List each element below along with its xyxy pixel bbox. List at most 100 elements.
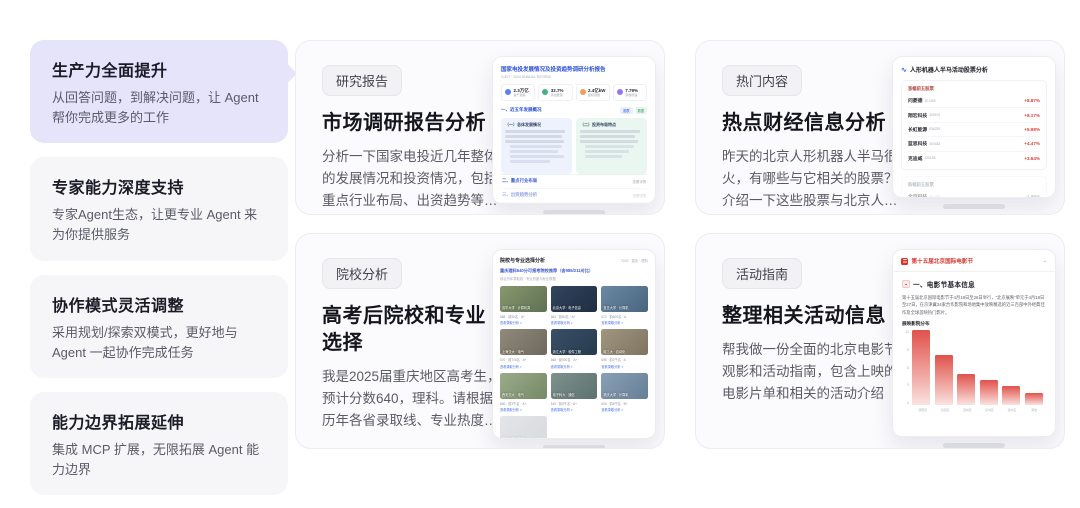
uni-card: 北京大学 · 电子信息 684 · 前80名 · A+ 查看录取分析 > xyxy=(551,286,598,326)
stock-row: 长虹能源836239 +5.98% xyxy=(908,123,1040,137)
card-text: 活动指南 整理相关活动信息 帮我做一份全面的北京电影节观影和活动指南，包含上映的… xyxy=(722,254,904,432)
active-arrow-tip xyxy=(276,63,297,84)
chart-x-labels: 朝阳区 海淀区 西城区 东城区 通州区 其他 xyxy=(914,408,1043,412)
stat-dot-icon xyxy=(542,89,548,95)
sidebar-item-expert[interactable]: 专家能力深度支持 专家Agent生态，让更专业 Agent 来为你提供服务 xyxy=(30,157,288,260)
card-desc: 我是2025届重庆地区高考生，预计分数640，理科。请根据历年各省录取线、专业热… xyxy=(322,366,504,432)
chart-bar xyxy=(1002,386,1020,405)
stat-dot-icon xyxy=(505,89,511,95)
uni-card: 重庆大学 · 计算机 640 · 前8千名 · B+ 查看录取分析 > xyxy=(601,373,648,413)
uni-card: 上海交大 · 电气 670 · 前700名 · A+ 查看录取分析 > xyxy=(500,329,547,369)
tag-chart: 图表 xyxy=(620,107,632,114)
stocks-panel-losers: 跌幅前五股票 全自科技301256 -1.96% 采川智造688122 -1.7… xyxy=(901,176,1047,198)
uni-card: 复旦大学 · 计算机 672 · 前600名 · A 查看录取分析 > xyxy=(601,286,648,326)
sidebar-item-desc: 从回答问题，到解决问题，让 Agent 帮你完成更多的工作 xyxy=(52,88,268,128)
report-toc-row: 四、风险与展望 查看详情 xyxy=(501,202,647,204)
universities-preview: 院校与专业选择分析 2025 · 重庆 · 理科 重庆理科640分可报考院校推荐… xyxy=(492,249,656,439)
chart-bar xyxy=(912,330,930,405)
film-festival-preview: 第十五届北京国际电影节 ⌄ 一、电影节基本信息 第十五届北京国际电影节于4月18… xyxy=(892,249,1056,437)
losers-label: 跌幅前五股票 xyxy=(908,182,1040,188)
card-title: 整理相关活动信息 xyxy=(722,303,904,330)
sidebar-item-title: 能力边界拓展延伸 xyxy=(52,409,268,433)
film-paragraph: 第十五届北京国际电影节于4月18日至26日举行，“北京展映”单元于4月18日至2… xyxy=(902,294,1046,316)
thumbnail-universities: 院校与专业选择分析 2025 · 重庆 · 理科 重庆理科640分可报考院校推荐… xyxy=(492,249,656,449)
card-badge: 研究报告 xyxy=(322,65,402,96)
stocks-panel: 涨幅前五股票 问菱德301456 +8.87% 翔宏科技300576 +8.17… xyxy=(901,80,1047,170)
stat-card: 2.4亿kW装机容量 xyxy=(576,84,610,101)
sidebar-item-title: 专家能力深度支持 xyxy=(52,174,268,198)
report-section-title: 一、近五年发展概况 xyxy=(501,107,542,113)
uni-card: 电子科大 · 通信 645 · 前5千名 · A+ 查看录取分析 > xyxy=(551,373,598,413)
pulse-icon: ∿ xyxy=(901,66,907,74)
card-research-report[interactable]: 研究报告 市场调研报告分析 分析一下国家电投近几年整体的发展情况和投资情况，包括… xyxy=(295,40,665,215)
card-badge: 活动指南 xyxy=(722,258,802,289)
card-desc: 昨天的北京人形机器人半马很火，有哪些与它相关的股票？介绍一下这些股票与北京人… xyxy=(722,146,904,212)
campus-photo: 哈工大 · 自动化 xyxy=(601,329,648,355)
card-text: 热门内容 热点财经信息分析 昨天的北京人形机器人半马很火，有哪些与它相关的股票？… xyxy=(722,61,904,198)
card-activity-guide[interactable]: 活动指南 整理相关活动信息 帮我做一份全面的北京电影节观影和活动指南，包含上映的… xyxy=(695,233,1065,449)
card-badge: 院校分析 xyxy=(322,258,402,289)
sidebar-item-mcp[interactable]: 能力边界拓展延伸 集成 MCP 扩展，无限拓展 Agent 能力边界 xyxy=(30,392,288,495)
stat-card: 2.3万亿资产总额 xyxy=(501,84,535,101)
tag-data: 数据 xyxy=(635,107,647,114)
card-hot-finance[interactable]: 热门内容 热点财经信息分析 昨天的北京人形机器人半马很火，有哪些与它相关的股票？… xyxy=(695,40,1065,215)
card-university-analysis[interactable]: 院校分析 高考后院校和专业选择 我是2025届重庆地区高考生，预计分数640，理… xyxy=(295,233,665,449)
uni-card: 四川大学 · 软件 xyxy=(500,416,547,439)
sidebar-item-title: 协作模式灵活调整 xyxy=(52,292,268,316)
device-handle xyxy=(943,204,1005,209)
chart-bar xyxy=(935,355,953,405)
chart-bar xyxy=(980,380,998,405)
report-section-row: 一、近五年发展概况 图表 数据 xyxy=(501,107,647,114)
card-badge: 热门内容 xyxy=(722,65,802,96)
card-text: 研究报告 市场调研报告分析 分析一下国家电投近几年整体的发展情况和投资情况，包括… xyxy=(322,61,504,198)
uni-report-title: 院校与专业选择分析 xyxy=(500,257,545,264)
campus-photo: 重庆大学 · 计算机 xyxy=(601,373,648,399)
report-summary-boxes: （一）总体发展情况 （二）投资布局特点 xyxy=(501,118,647,174)
device-handle xyxy=(943,443,1005,448)
stat-card: 7.79%营收增速 xyxy=(613,84,647,101)
summary-box-blue: （一）总体发展情况 xyxy=(501,118,572,174)
card-title: 高考后院校和专业选择 xyxy=(322,303,504,357)
device-handle xyxy=(543,445,605,449)
report-subtitle: GJDT · 2024 ANNUAL REVIEW xyxy=(501,75,647,79)
device-handle xyxy=(543,210,605,215)
stock-row: 全自科技301256 -1.96% xyxy=(908,190,1040,198)
campus-photo: 北京大学 · 电子信息 xyxy=(551,286,598,312)
stock-row: 克迪威430198 +3.64% xyxy=(908,152,1040,165)
report-toc-row: 三、出资趋势分析 查看详情 xyxy=(501,188,647,202)
film-section-title: 一、电影节基本信息 xyxy=(913,279,975,289)
film-app-icon xyxy=(901,258,908,265)
feature-showcase: 生产力全面提升 从回答问题，到解决问题，让 Agent 帮你完成更多的工作 专家… xyxy=(0,0,1080,508)
card-text: 院校分析 高考后院校和专业选择 我是2025届重庆地区高考生，预计分数640，理… xyxy=(322,254,504,432)
campus-photo: 清华大学 · 计算机类 xyxy=(500,286,547,312)
sidebar-item-productivity[interactable]: 生产力全面提升 从回答问题，到解决问题，让 Agent 帮你完成更多的工作 xyxy=(30,40,288,143)
thumbnail-film-festival: 第十五届北京国际电影节 ⌄ 一、电影节基本信息 第十五届北京国际电影节于4月18… xyxy=(892,249,1056,448)
film-header-title: 第十五届北京国际电影节 xyxy=(912,257,1040,265)
report-title: 国家电投发展情况及投资趋势调研分析报告 xyxy=(501,65,647,73)
gainers-label: 涨幅前五股票 xyxy=(908,86,1040,92)
stock-row: 翔宏科技300576 +8.17% xyxy=(908,108,1040,122)
stock-row: 问菱德301456 +8.87% xyxy=(908,94,1040,108)
thumbnail-report: 国家电投发展情况及投资趋势调研分析报告 GJDT · 2024 ANNUAL R… xyxy=(492,56,656,215)
report-preview: 国家电投发展情况及投资趋势调研分析报告 GJDT · 2024 ANNUAL R… xyxy=(492,56,656,204)
summary-box-green: （二）投资布局特点 xyxy=(576,118,647,174)
chart-bar xyxy=(957,374,975,405)
chart-bars: 朝阳区 海淀区 西城区 东城区 通州区 其他 xyxy=(911,330,1046,412)
cinema-distribution-chart: 12 9 6 3 0 xyxy=(902,330,1046,412)
uni-report-meta: 2025 · 重庆 · 理科 xyxy=(621,258,648,263)
uni-card: 哈工大 · 自动化 655 · 前2千名 · A 查看录取分析 > xyxy=(601,329,648,369)
feature-sidebar: 生产力全面提升 从回答问题，到解决问题，让 Agent 帮你完成更多的工作 专家… xyxy=(30,40,288,495)
campus-photo: 复旦大学 · 计算机 xyxy=(601,286,648,312)
sidebar-item-collaboration[interactable]: 协作模式灵活调整 采用规划/探索双模式，更好地与 Agent 一起协作完成任务 xyxy=(30,275,288,378)
uni-card: 清华大学 · 计算机类 688 · 前50名 · A+ 查看录取分析 > xyxy=(500,286,547,326)
uni-card: 浙江大学 · 软件工程 668 · 前900名 · A+ 查看录取分析 > xyxy=(551,329,598,369)
card-desc: 分析一下国家电投近几年整体的发展情况和投资情况，包括重点行业布局、出资趋势等… xyxy=(322,146,504,212)
card-title: 市场调研报告分析 xyxy=(322,110,504,137)
uni-card: 西安交大 · 电气 650 · 前3千名 · A+ 查看录取分析 > xyxy=(500,373,547,413)
thumbnail-stocks: ∿ 人形机器人半马活动股票分析 涨幅前五股票 问菱德301456 +8.87% … xyxy=(892,56,1056,209)
sidebar-item-title: 生产力全面提升 xyxy=(52,57,268,81)
card-title: 热点财经信息分析 xyxy=(722,110,904,137)
film-chart-label: 展映影院分布 xyxy=(902,321,1046,327)
stocks-title: 人形机器人半马活动股票分析 xyxy=(910,65,988,74)
campus-photo: 浙江大学 · 软件工程 xyxy=(551,329,598,355)
